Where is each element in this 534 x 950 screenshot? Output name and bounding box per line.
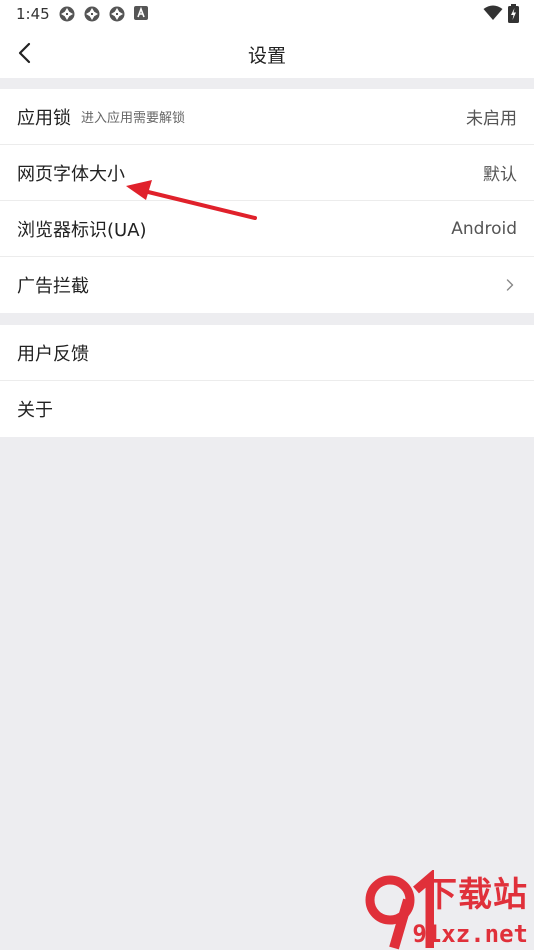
wifi-icon xyxy=(483,5,503,20)
battery-charging-icon xyxy=(508,4,519,23)
watermark-title: 下载站 xyxy=(423,875,528,915)
setting-ad-block[interactable]: 广告拦截 xyxy=(0,257,534,313)
setting-value: 未启用 xyxy=(466,109,517,129)
watermark-url: 91xz.net xyxy=(412,920,528,948)
setting-subtitle: 进入应用需要解锁 xyxy=(81,111,186,126)
setting-title: 关于 xyxy=(17,400,53,421)
settings-group-about: 用户反馈 关于 xyxy=(0,325,534,437)
app-bar: 设置 xyxy=(0,28,534,78)
setting-title: 用户反馈 xyxy=(17,343,89,365)
status-bar: 1:45 xyxy=(0,0,534,28)
setting-title: 网页字体大小 xyxy=(17,163,125,185)
setting-title: 广告拦截 xyxy=(17,276,89,297)
chevron-right-icon xyxy=(506,279,514,291)
setting-app-lock[interactable]: 应用锁 进入应用需要解锁 未启用 xyxy=(0,89,534,145)
setting-about[interactable]: 关于 xyxy=(0,381,534,437)
setting-webpage-font-size[interactable]: 网页字体大小 默认 xyxy=(0,145,534,201)
page-title: 设置 xyxy=(247,45,286,67)
a-box-icon xyxy=(134,6,148,20)
aperture-icon xyxy=(109,6,125,22)
setting-title: 应用锁 xyxy=(17,107,71,129)
aperture-icon xyxy=(59,6,75,22)
aperture-icon xyxy=(84,6,100,22)
setting-user-agent[interactable]: 浏览器标识(UA) Android xyxy=(0,201,534,257)
setting-feedback[interactable]: 用户反馈 xyxy=(0,325,534,381)
setting-title: 浏览器标识(UA) xyxy=(17,219,147,241)
status-time: 1:45 xyxy=(16,5,50,23)
watermark: 下载站 91xz.net xyxy=(364,870,534,950)
setting-value: Android xyxy=(451,218,517,239)
setting-value: 默认 xyxy=(483,165,517,185)
settings-group-general: 应用锁 进入应用需要解锁 未启用 网页字体大小 默认 浏览器标识(UA) And… xyxy=(0,89,534,313)
